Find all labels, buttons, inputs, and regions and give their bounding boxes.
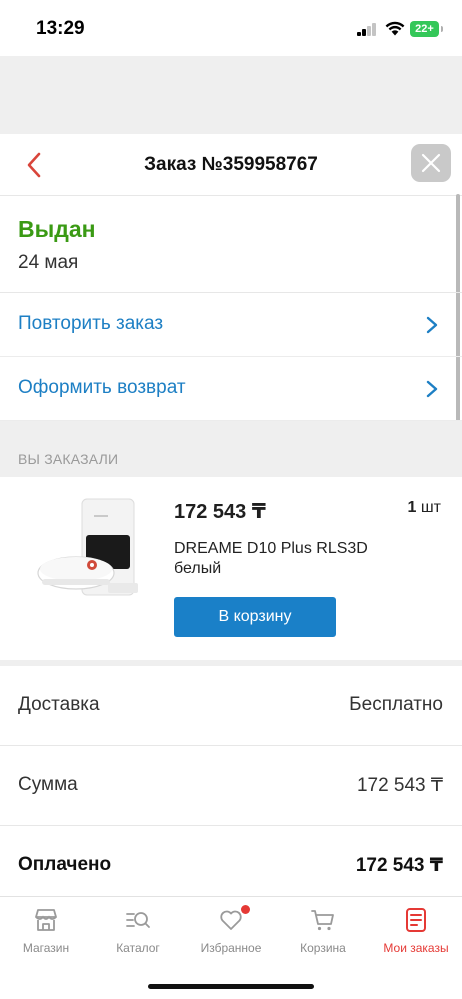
delivery-value: Бесплатно bbox=[349, 694, 443, 715]
tab-my-orders[interactable]: Мои заказы bbox=[370, 897, 462, 961]
battery-icon: 22+ bbox=[410, 21, 443, 37]
cart-icon bbox=[311, 910, 334, 931]
tab-label: Корзина bbox=[300, 941, 346, 955]
quantity-unit: шт bbox=[420, 499, 441, 516]
close-button[interactable] bbox=[411, 144, 451, 182]
catalog-search-icon bbox=[126, 912, 150, 928]
ordered-section-header: ВЫ ЗАКАЗАЛИ bbox=[0, 421, 462, 477]
delivery-row: Доставка Бесплатно bbox=[0, 666, 462, 746]
paid-value: 172 543 ₸ bbox=[355, 855, 443, 876]
signal-icon bbox=[357, 23, 377, 36]
section-title: ВЫ ЗАКАЗАЛИ bbox=[18, 451, 119, 467]
tab-cart[interactable]: Корзина bbox=[277, 897, 369, 961]
paid-label: Оплачено bbox=[18, 854, 112, 875]
order-status-block: Выдан 24 мая bbox=[0, 196, 462, 293]
chevron-right-icon bbox=[426, 316, 438, 334]
order-date: 24 мая bbox=[18, 252, 79, 273]
product-quantity: 1 шт bbox=[407, 499, 441, 517]
paid-row: Оплачено 172 543 ₸ bbox=[0, 826, 462, 906]
sum-row: Сумма 172 543 ₸ bbox=[0, 746, 462, 826]
bottom-tab-bar: Магазин Каталог Избранное Корзина Мои за… bbox=[0, 896, 462, 999]
order-header: Заказ №359958767 bbox=[0, 134, 462, 466]
repeat-order-label: Повторить заказ bbox=[18, 313, 164, 334]
orders-icon bbox=[406, 908, 426, 932]
status-bar: 13:29 22+ bbox=[0, 0, 462, 56]
heart-icon bbox=[220, 910, 242, 930]
tab-catalog[interactable]: Каталог bbox=[92, 897, 184, 961]
chevron-right-icon bbox=[426, 380, 438, 398]
repeat-order-row[interactable]: Повторить заказ bbox=[0, 293, 462, 357]
robot-vacuum-image[interactable] bbox=[34, 495, 146, 607]
favorites-badge-dot bbox=[241, 905, 250, 914]
status-time: 13:29 bbox=[36, 18, 85, 39]
wifi-icon bbox=[385, 21, 405, 36]
home-indicator bbox=[148, 984, 314, 989]
order-status: Выдан bbox=[18, 216, 96, 242]
sum-value: 172 543 ₸ bbox=[356, 775, 443, 796]
sum-label: Сумма bbox=[18, 774, 78, 795]
tab-label: Мои заказы bbox=[383, 941, 449, 955]
add-to-cart-button[interactable]: В корзину bbox=[174, 597, 336, 637]
tab-favorites[interactable]: Избранное bbox=[185, 897, 277, 961]
tab-label: Избранное bbox=[200, 941, 262, 955]
return-order-label: Оформить возврат bbox=[18, 377, 186, 398]
return-order-row[interactable]: Оформить возврат bbox=[0, 357, 462, 421]
tab-label: Каталог bbox=[116, 941, 160, 955]
product-price: 172 543 ₸ bbox=[174, 501, 266, 523]
close-icon bbox=[421, 153, 441, 173]
product-card: 172 543 ₸ 1 шт DREAME D10 Plus RLS3D бел… bbox=[0, 477, 462, 662]
shop-icon bbox=[35, 909, 57, 931]
delivery-label: Доставка bbox=[18, 694, 100, 715]
tab-shop[interactable]: Магазин bbox=[0, 897, 92, 961]
top-spacer bbox=[0, 56, 462, 134]
product-name[interactable]: DREAME D10 Plus RLS3D белый bbox=[174, 539, 404, 579]
page-title: Заказ №359958767 bbox=[144, 154, 318, 175]
quantity-value: 1 bbox=[407, 499, 417, 516]
tab-label: Магазин bbox=[22, 941, 70, 955]
